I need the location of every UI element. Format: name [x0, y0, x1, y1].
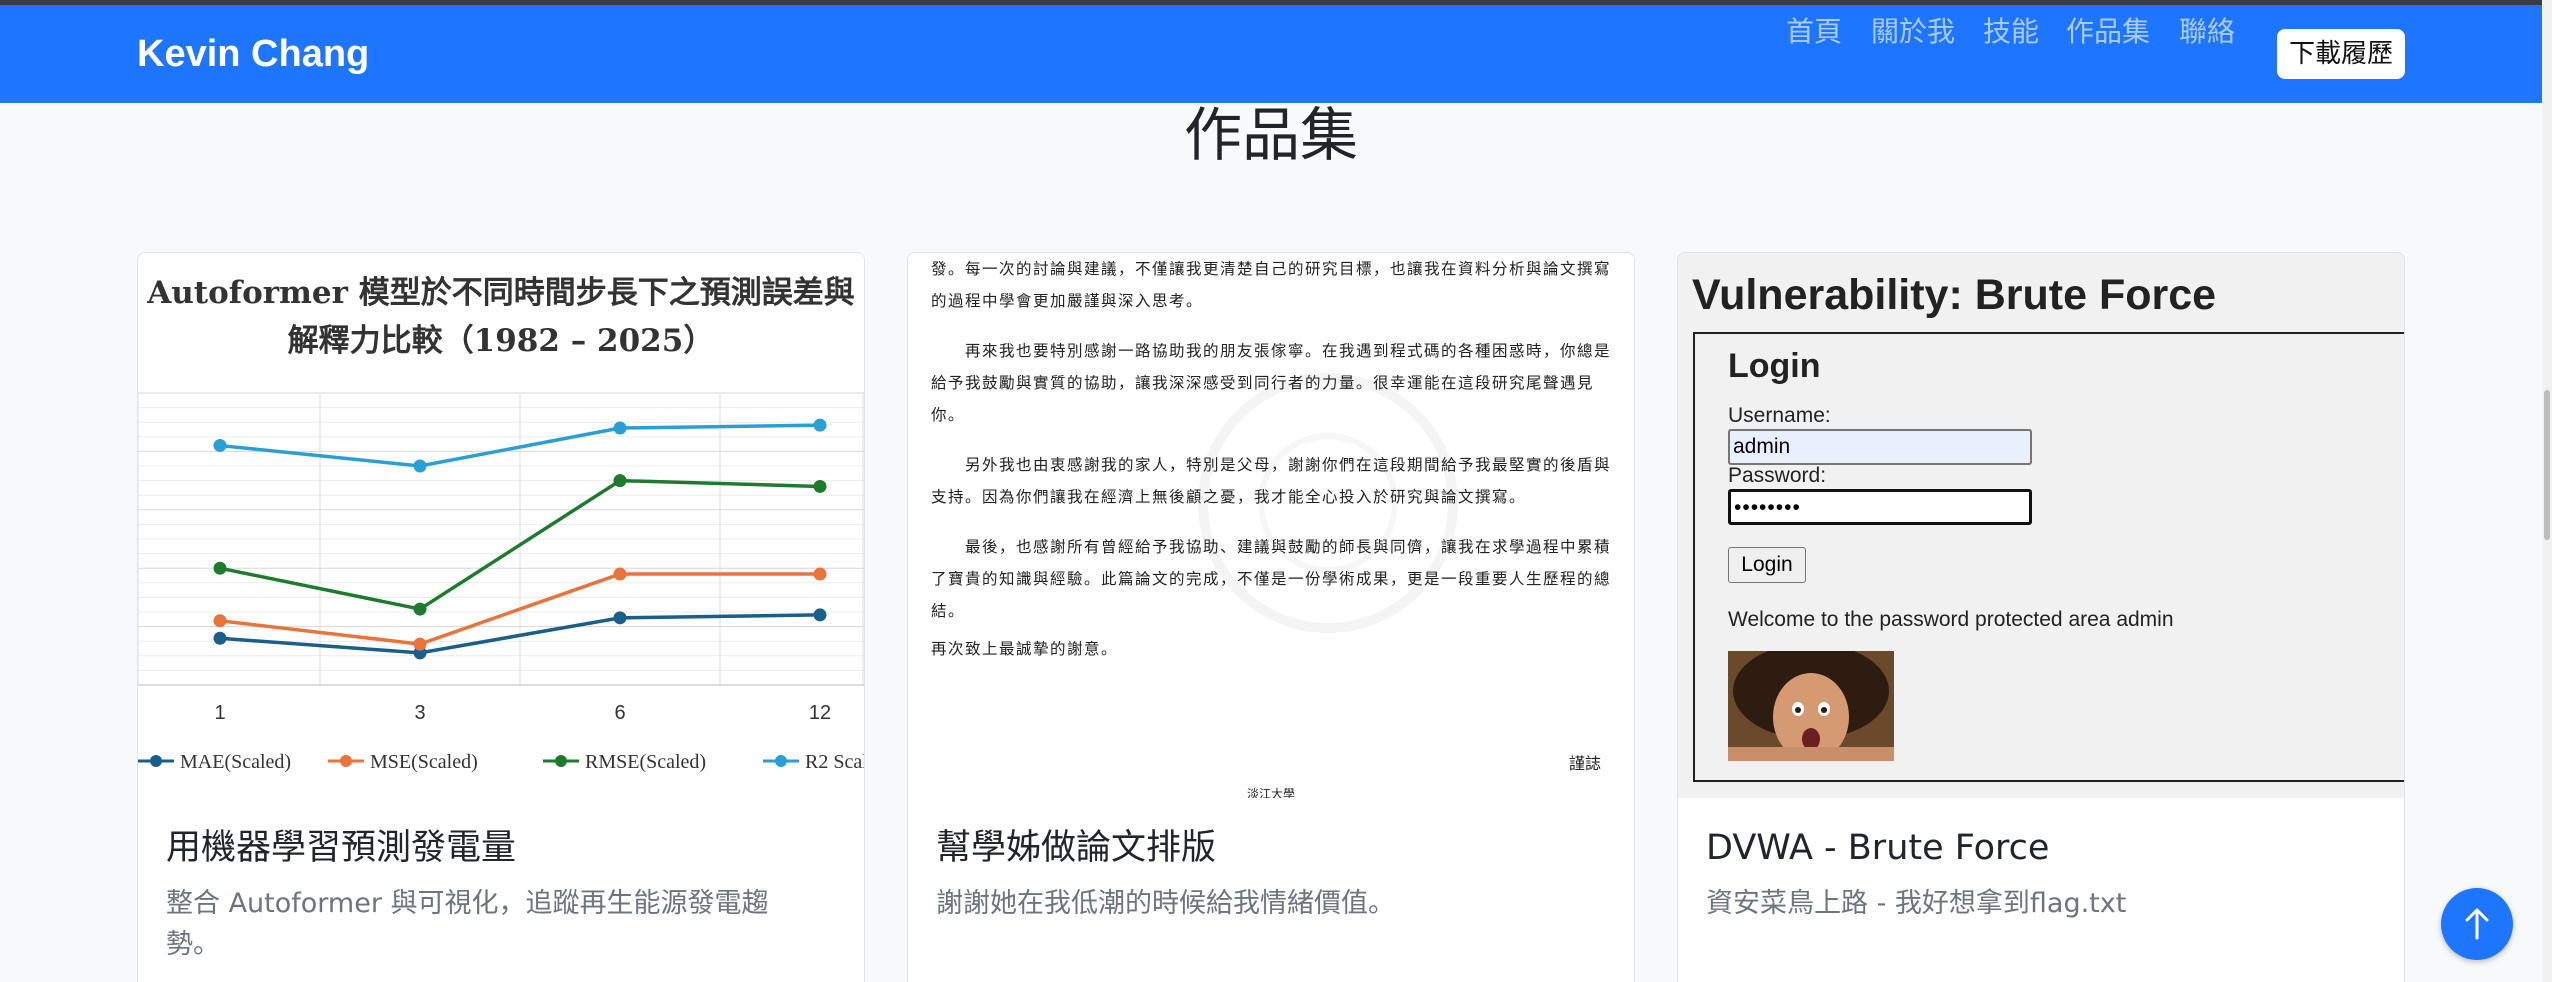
dvwa-password-field: •••••••• [1728, 489, 2032, 525]
legend-marker [340, 755, 352, 767]
data-point [213, 614, 227, 628]
doc-paragraph: 另外我也由衷感謝我的家人，特別是父母，謝謝你們在這段期間給予我最堅實的後盾與支持… [931, 456, 1612, 506]
card-title: 用機器學習預測發電量 [166, 828, 517, 868]
data-point [213, 631, 227, 645]
download-cv-button[interactable]: 下載履歷 [2277, 29, 2405, 79]
legend-label: RMSE(Scaled) [585, 751, 706, 773]
legend-marker [555, 755, 567, 767]
back-to-top-button[interactable] [2441, 888, 2513, 960]
data-point [413, 459, 427, 473]
dvwa-heading: Vulnerability: Brute Force [1692, 271, 2217, 319]
scrollbar-thumb[interactable] [2544, 390, 2550, 540]
nav-link-home[interactable]: 首頁 [1786, 5, 1842, 59]
doc-footer: 淡江大學 [1246, 787, 1295, 798]
dvwa-login-button: Login [1728, 547, 1806, 583]
brand-logo[interactable]: Kevin Chang [137, 27, 369, 81]
portfolio-card-dvwa[interactable]: Vulnerability: Brute Force Login Usernam… [1677, 252, 2405, 982]
data-point [813, 418, 827, 432]
data-point [613, 474, 627, 488]
card-text: 謝謝她在我低潮的時候給我情緒價值。 [936, 888, 1395, 919]
portfolio-card-thesis[interactable]: 發。每一次的討論與建議，不僅讓我更清楚自己的研究目標，也讓我在資料分析與論文撰寫… [907, 252, 1635, 982]
dvwa-welcome-text: Welcome to the password protected area a… [1728, 608, 2174, 631]
nav-link-portfolio[interactable]: 作品集 [2066, 5, 2150, 59]
dvwa-username-field: admin [1728, 429, 2032, 465]
doc-paragraph: 再來我也要特別感謝一路協助我的朋友張傢寧。在我遇到程式碼的各種困惑時，你總是給予… [931, 342, 1612, 424]
data-point [613, 567, 627, 581]
legend-marker [775, 755, 787, 767]
nav-link-contact[interactable]: 聯絡 [2179, 5, 2235, 59]
doc-paragraph: 再次致上最誠摯的謝意。 [931, 640, 1119, 658]
doc-paragraph: 發。每一次的討論與建議，不僅讓我更清楚自己的研究目標，也讓我在資料分析與論文撰寫… [931, 260, 1612, 310]
card-text: 資安菜鳥上路 - 我好想拿到flag.txt [1706, 888, 2127, 919]
data-point [413, 637, 427, 651]
portfolio-card-ml[interactable]: 1 3 6 12 MAE(Scaled) MSE(Scaled) RMSE(Scaled) R… [137, 252, 865, 982]
x-tick-label: 6 [614, 702, 625, 724]
doc-signature: 謹誌 [1568, 754, 1601, 773]
navbar: Kevin Chang 首頁 關於我 技能 作品集 聯絡 下載履歷 [0, 5, 2542, 103]
doc-paragraph: 最後，也感謝所有曾經給予我協助、建議與鼓勵的師長與同儕，讓我在求學過程中累積了寶… [931, 538, 1612, 620]
page-scrollbar[interactable] [2542, 0, 2552, 982]
data-point [813, 608, 827, 622]
card-image-dvwa: Vulnerability: Brute Force Login Usernam… [1678, 253, 2404, 798]
data-point [813, 567, 827, 581]
card-text: 整合 Autoformer 與可視化，追蹤再生能源發電趨勢。 [166, 888, 769, 960]
data-point [613, 611, 627, 625]
legend-marker [150, 755, 162, 767]
card-image-chart: 1 3 6 12 MAE(Scaled) MSE(Scaled) RMSE(Scaled) R… [138, 253, 864, 798]
x-tick-label: 3 [414, 702, 425, 724]
arrow-up-icon [2465, 908, 2489, 940]
legend-label: MSE(Scaled) [370, 751, 478, 773]
data-point [813, 479, 827, 493]
card-title: DVWA - Brute Force [1706, 828, 2050, 868]
data-point [413, 602, 427, 616]
dvwa-login-heading: Login [1728, 347, 1821, 385]
legend-label: MAE(Scaled) [180, 751, 291, 773]
card-image-document: 發。每一次的討論與建議，不僅讓我更清楚自己的研究目標，也讓我在資料分析與論文撰寫… [908, 253, 1634, 798]
data-point [613, 421, 627, 435]
dvwa-login-box: Login Username: admin Password: ••••••••… [1693, 332, 2404, 782]
x-tick-label: 1 [214, 702, 225, 724]
dvwa-password-label: Password: [1728, 464, 1827, 487]
legend-label: R2 Scaled [805, 751, 864, 773]
nav-link-about[interactable]: 關於我 [1871, 5, 1955, 59]
data-point [213, 561, 227, 575]
x-tick-label: 12 [809, 702, 831, 724]
admin-photo [1728, 651, 1894, 761]
data-point [213, 439, 227, 453]
section-title: 作品集 [1183, 101, 1358, 169]
card-title: 幫學姊做論文排版 [936, 828, 1217, 868]
chart-title: Autoformer 模型於不同時間步長下之預測誤差與解釋力比較（1982 – … [147, 275, 855, 359]
dvwa-username-label: Username: [1728, 404, 1831, 427]
nav-link-skills[interactable]: 技能 [1983, 5, 2039, 59]
